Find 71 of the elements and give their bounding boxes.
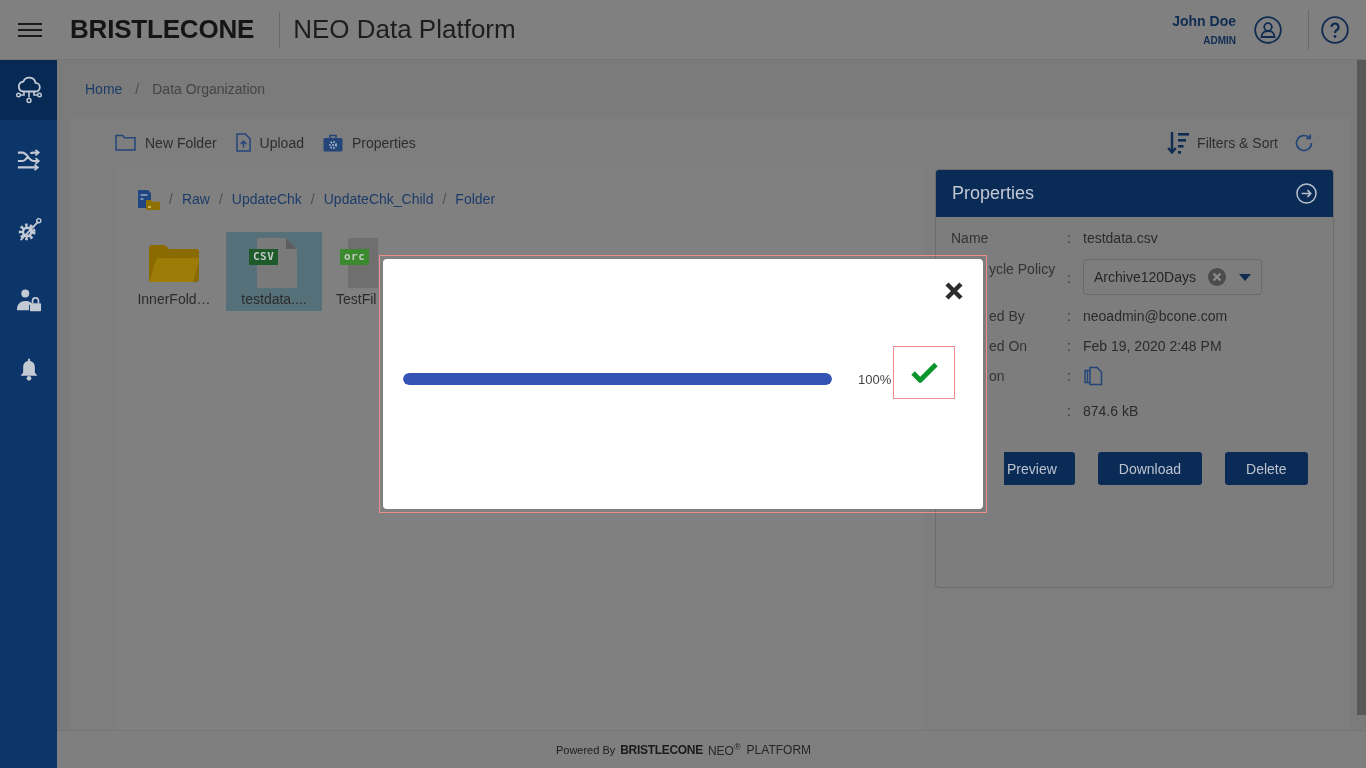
property-separator: :	[1067, 402, 1072, 419]
file-item[interactable]: InnerFold…	[126, 232, 222, 311]
upload-icon	[235, 133, 251, 152]
property-label: on	[989, 368, 1005, 384]
user-name: John Doe	[1172, 12, 1236, 30]
select-field[interactable]: Archive120Days	[1083, 259, 1262, 295]
check-icon	[910, 362, 938, 383]
path-link[interactable]: Raw	[181, 191, 210, 207]
footer-platform: PLATFORM	[746, 742, 812, 757]
cloud-network-icon	[14, 76, 43, 104]
user-lock-icon	[15, 287, 42, 313]
menu-icon[interactable]	[18, 22, 42, 37]
refresh-icon[interactable]	[1294, 132, 1314, 153]
panel-title: Properties	[952, 183, 1035, 204]
footer-brand: BRISTLECONE	[620, 742, 703, 757]
file-type-badge: CSV	[249, 249, 279, 265]
property-value: 874.6 kB	[1083, 402, 1139, 419]
breadcrumb-separator: /	[135, 80, 140, 97]
property-separator: :	[1067, 368, 1072, 384]
property-label: ed By	[989, 308, 1025, 324]
brand-logo: BRISTLECONE	[70, 14, 255, 45]
clear-icon[interactable]	[1207, 268, 1226, 286]
file-item[interactable]: orc TestFil	[326, 232, 378, 311]
close-icon[interactable]	[945, 282, 963, 300]
progress-percent: 100%	[858, 371, 892, 387]
file-type-badge: orc	[340, 249, 370, 265]
path-separator: /	[169, 191, 173, 207]
toolbar-button[interactable]: Properties	[322, 133, 416, 152]
action-button[interactable]: Delete	[1225, 452, 1308, 485]
briefcase-gear-icon	[322, 133, 343, 152]
path-separator: /	[310, 191, 315, 207]
property-label: ed On	[989, 338, 1028, 354]
property-value: Feb 19, 2020 2:48 PM	[1083, 338, 1222, 354]
property-value: neoadmin@bcone.com	[1083, 308, 1228, 324]
property-separator: :	[1067, 338, 1072, 354]
breadcrumb-link[interactable]: Home	[85, 80, 123, 97]
user-role: ADMIN	[1203, 34, 1236, 47]
storage-icon	[136, 187, 160, 211]
path-link[interactable]: UpdateChk_Child	[323, 191, 434, 207]
property-separator: :	[1067, 230, 1072, 246]
path-link[interactable]: UpdateChk	[231, 191, 302, 207]
powered-by-text: Powered By	[555, 743, 616, 756]
folder-icon	[149, 244, 199, 282]
action-button[interactable]: Preview	[1004, 452, 1075, 485]
filters-sort-button[interactable]: Filters & Sort	[1167, 130, 1278, 155]
sidebar-item[interactable]	[0, 60, 57, 120]
property-value: testdata.csv	[1083, 230, 1158, 246]
sort-icon	[1167, 130, 1190, 155]
toolbar-button[interactable]: Upload	[235, 133, 304, 152]
breadcrumb-current: Data Organization	[152, 80, 266, 97]
caret-icon[interactable]	[1239, 273, 1251, 281]
property-separator: :	[1067, 270, 1072, 286]
folder-icon	[115, 134, 136, 151]
action-button[interactable]: Download	[1097, 452, 1203, 485]
shuffle-icon	[15, 148, 42, 172]
file-item[interactable]: CSV testdata....	[226, 232, 322, 311]
path-link[interactable]: Folder	[455, 191, 496, 207]
bell-icon	[18, 358, 39, 382]
footer-product: NEO$^{®}$	[707, 741, 741, 758]
property-label: ycle Policy	[989, 261, 1056, 277]
scrollbar[interactable]	[1357, 60, 1366, 715]
app-title: NEO Data Platform	[293, 14, 516, 45]
copy-icon[interactable]	[1083, 366, 1103, 386]
path-separator: /	[442, 191, 447, 207]
property-label: Name	[951, 230, 989, 246]
help-icon[interactable]	[1321, 15, 1349, 44]
path-separator: /	[218, 191, 223, 207]
toolbar-button[interactable]: New Folder	[115, 134, 217, 151]
property-separator: :	[1067, 308, 1072, 324]
user-icon[interactable]	[1254, 15, 1282, 44]
arrow-circle-icon[interactable]	[1296, 183, 1317, 204]
